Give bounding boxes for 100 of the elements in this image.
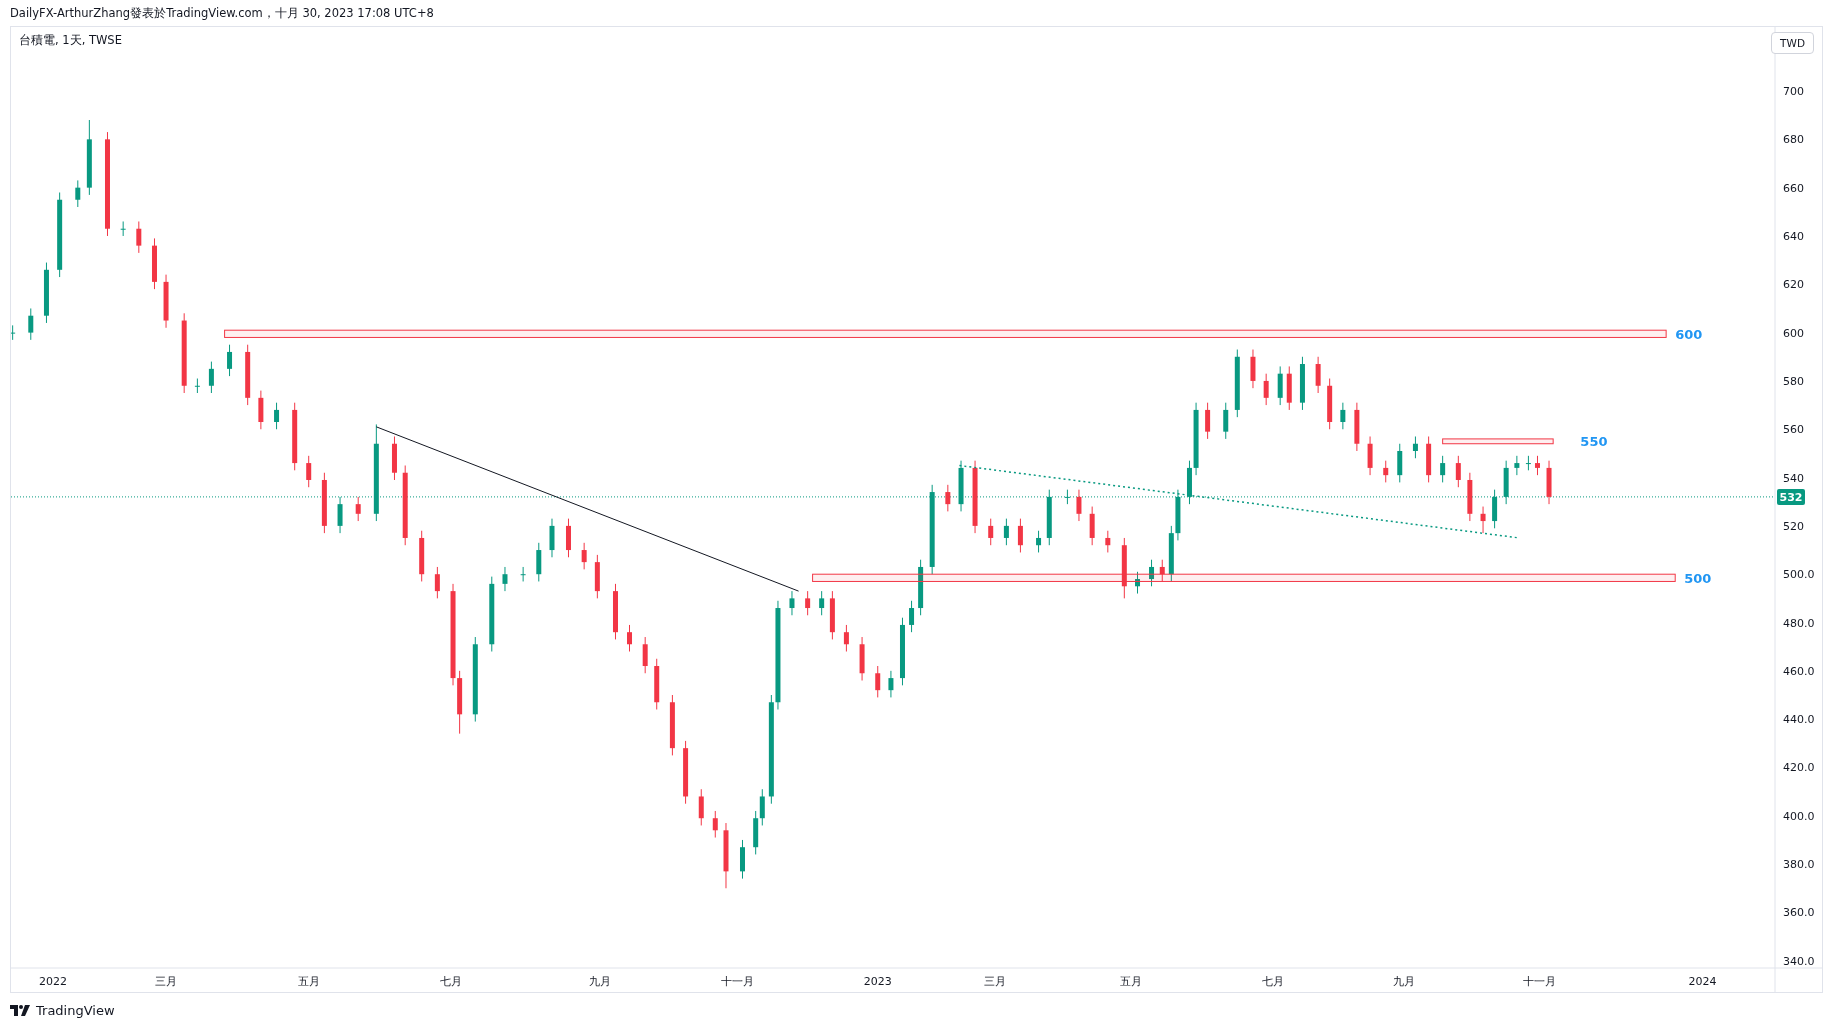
candle <box>909 600 915 633</box>
candle <box>1492 489 1498 529</box>
candle <box>355 496 361 522</box>
axis-label: 2023 <box>863 975 892 988</box>
candle <box>712 810 718 839</box>
axis-label: 420.0 <box>1783 761 1815 775</box>
candle <box>566 518 571 558</box>
candle <box>1480 506 1486 534</box>
candle <box>1340 402 1346 430</box>
candle <box>434 566 440 599</box>
axis-label: 560 <box>1783 423 1804 437</box>
candle <box>306 455 312 488</box>
candle <box>1286 365 1292 411</box>
candle <box>1383 460 1389 483</box>
candle <box>627 624 632 652</box>
axis-label: 2024 <box>1688 975 1717 988</box>
axis-label: 680 <box>1783 133 1804 147</box>
candle <box>11 324 16 341</box>
candle <box>1159 559 1165 582</box>
candle <box>1017 518 1023 553</box>
axis-label: 七月 <box>439 975 462 988</box>
candle <box>581 542 587 570</box>
candle <box>536 542 542 582</box>
axis-label: 600 <box>1783 326 1804 340</box>
level-label: 500 <box>1684 570 1712 586</box>
candle <box>1299 356 1305 411</box>
candle <box>75 179 81 208</box>
candle <box>988 518 994 546</box>
candle <box>1327 378 1333 430</box>
candle <box>1315 356 1321 394</box>
candle <box>958 460 964 512</box>
candle <box>43 262 49 324</box>
candle <box>829 590 835 640</box>
candle <box>1250 349 1256 389</box>
axis-label: 2022 <box>39 975 68 988</box>
axis-label: 400.0 <box>1783 809 1815 823</box>
axis-label: 460.0 <box>1783 664 1815 678</box>
candle <box>194 378 200 394</box>
candle <box>1426 436 1432 483</box>
axis-label: 440.0 <box>1783 713 1815 727</box>
candle <box>120 221 126 237</box>
candle <box>888 670 894 698</box>
axis-label: 380.0 <box>1783 858 1815 872</box>
candle <box>1263 373 1269 406</box>
candle <box>1440 455 1446 483</box>
level-label: 600 <box>1675 326 1703 342</box>
candle <box>875 665 881 698</box>
candle <box>594 554 600 599</box>
candle <box>136 221 142 254</box>
candle <box>1525 455 1531 471</box>
axis-label: 十一月 <box>721 975 755 988</box>
candle <box>419 530 425 582</box>
candle <box>258 390 264 430</box>
candle <box>1467 472 1473 522</box>
currency-button[interactable]: TWD <box>1771 32 1814 54</box>
candle <box>152 237 157 290</box>
candle <box>1503 460 1509 505</box>
axis-label: 500.0 <box>1783 568 1815 582</box>
candle <box>843 624 849 652</box>
candle <box>805 590 811 616</box>
axis-label: 九月 <box>1392 975 1415 988</box>
axis-label: 700 <box>1783 85 1804 98</box>
axis-label: 520 <box>1783 519 1804 533</box>
candle <box>227 344 233 377</box>
candle <box>1105 530 1111 553</box>
candle <box>1036 530 1042 553</box>
candle <box>1064 489 1070 505</box>
candle <box>1277 365 1283 406</box>
candle <box>740 839 745 880</box>
candle <box>1354 402 1360 452</box>
axis-label: 九月 <box>588 975 611 988</box>
candle <box>1455 455 1461 488</box>
candle <box>723 822 729 889</box>
candle <box>28 307 34 341</box>
axis-label: 五月 <box>297 975 320 988</box>
publish-info: DailyFX-ArthurZhang發表於TradingView.com，十月 30, 2023 17:08 UTC+8 <box>10 5 434 21</box>
candle <box>1076 489 1082 522</box>
candle <box>549 518 555 558</box>
candle <box>1223 402 1229 440</box>
candle <box>900 617 905 686</box>
axis-label: 480.0 <box>1783 616 1815 630</box>
candle <box>1367 436 1373 476</box>
logo-icon <box>10 1005 30 1016</box>
axis-label: 640 <box>1783 230 1804 243</box>
candle <box>945 484 951 512</box>
candle <box>292 402 298 471</box>
candle <box>1397 443 1403 483</box>
axis-label: 340.0 <box>1783 954 1815 968</box>
axis-label: 三月 <box>155 975 178 988</box>
candle <box>208 361 214 394</box>
candle <box>1205 402 1211 440</box>
candle <box>789 590 795 616</box>
axis-label: 360.0 <box>1783 906 1815 920</box>
price-badge: 532 <box>1777 488 1805 505</box>
candle <box>918 559 924 616</box>
candle <box>1149 559 1155 587</box>
brand-name: TradingView <box>36 1003 115 1018</box>
axis-label: 660 <box>1783 181 1804 195</box>
candle <box>1412 436 1418 459</box>
candle <box>1135 571 1140 595</box>
